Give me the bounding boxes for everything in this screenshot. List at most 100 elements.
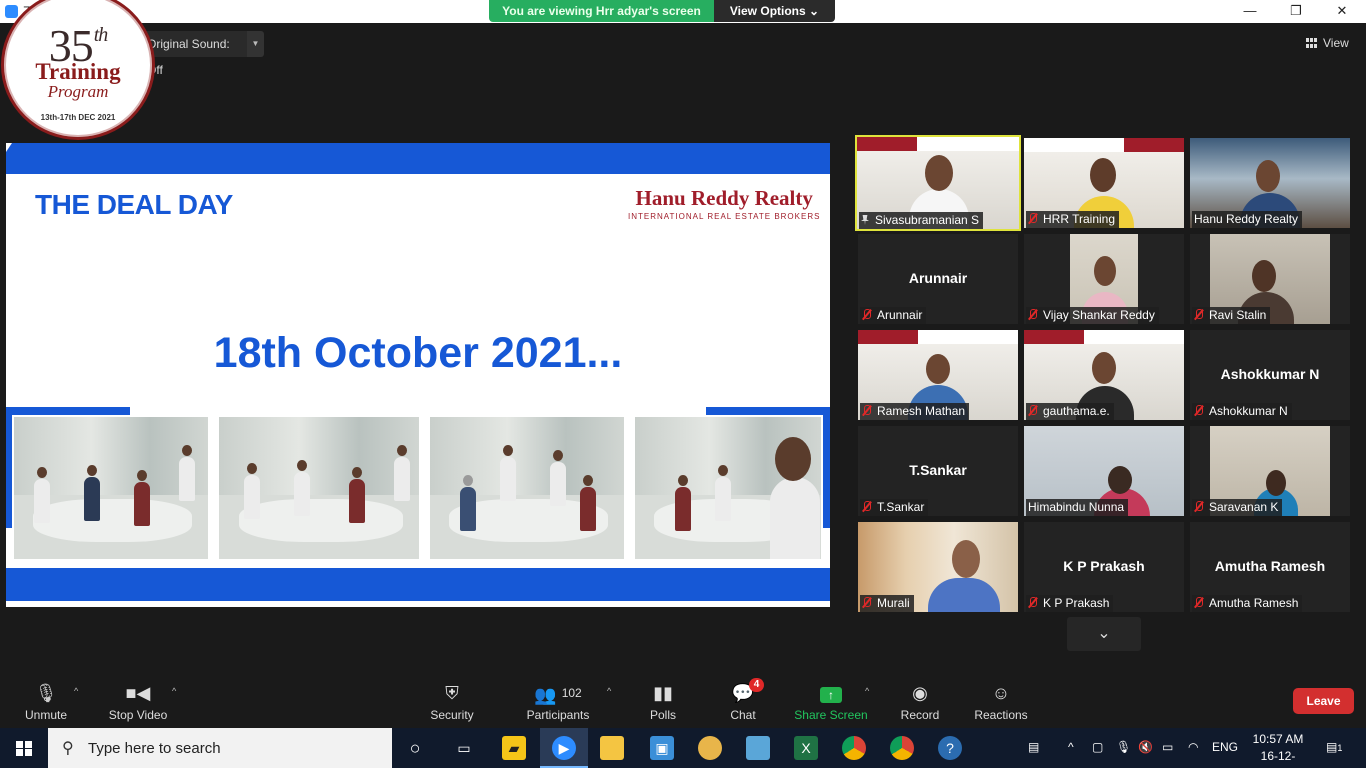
taskbar-clock[interactable]: 10:57 AM 16-12-2021	[1250, 731, 1306, 768]
volume-muted-icon[interactable]: 🔇	[1138, 740, 1153, 754]
sticky-notes-icon[interactable]: ▰	[502, 736, 526, 760]
training-program-logo: 35th Training Program 13th-17th DEC 2021	[1, 0, 155, 140]
notification-center-icon[interactable]: ▤1	[1326, 740, 1342, 754]
tray-expand-icon[interactable]: ^	[1068, 740, 1074, 754]
muted-mic-icon	[862, 405, 871, 416]
stop-video-label: Stop Video	[108, 708, 168, 722]
stop-video-button[interactable]: ■◀ Stop Video	[106, 678, 170, 724]
file-explorer-icon[interactable]	[600, 736, 624, 760]
participant-avatar-name: T.Sankar	[909, 462, 967, 478]
language-indicator[interactable]: ENG	[1212, 740, 1238, 754]
logo-number-suffix: th	[93, 24, 109, 46]
participant-label: Amutha Ramesh	[1192, 595, 1303, 612]
keyboard-icon[interactable]: ▤	[1028, 740, 1039, 754]
video-tile[interactable]: Hanu Reddy Realty	[1190, 138, 1350, 228]
meeting-photo-1	[12, 415, 210, 561]
notepad-icon[interactable]	[746, 736, 770, 760]
muted-mic-icon	[1028, 405, 1037, 416]
close-button[interactable]: ✕	[1319, 0, 1365, 23]
participant-avatar-name: K P Prakash	[1063, 558, 1145, 574]
video-tile[interactable]: Ramesh Mathan	[858, 330, 1018, 420]
polls-label: Polls	[649, 708, 676, 722]
record-button[interactable]: ◉ Record	[898, 678, 942, 724]
video-tile[interactable]: Amutha Ramesh Amutha Ramesh	[1190, 522, 1350, 612]
video-tile[interactable]: K P Prakash K P Prakash	[1024, 522, 1184, 612]
gallery-next-page-button[interactable]: ⌄	[1067, 617, 1141, 651]
participant-label: T.Sankar	[860, 499, 929, 516]
muted-mic-icon	[862, 309, 871, 320]
taskbar-search[interactable]: ⚲ Type here to search	[48, 728, 392, 768]
participant-avatar-name: Arunnair	[908, 270, 968, 286]
participant-label: Ravi Stalin	[1192, 307, 1271, 324]
share-options-caret[interactable]: ^	[865, 686, 869, 696]
participant-name: Ramesh Mathan	[877, 404, 966, 418]
help-icon[interactable]: ?	[938, 736, 962, 760]
polls-button[interactable]: ▮▮ Polls	[644, 678, 682, 724]
share-screen-button[interactable]: ↑ Share Screen	[794, 678, 868, 724]
pin-icon	[861, 215, 869, 225]
muted-mic-icon	[1194, 501, 1203, 512]
maximize-button[interactable]: ❐	[1273, 0, 1319, 23]
slide-bottom-bar	[6, 568, 830, 601]
video-tile[interactable]: Saravanan K	[1190, 426, 1350, 516]
participant-name: Vijay Shankar Reddy	[1043, 308, 1155, 322]
participant-label: Murali	[860, 595, 914, 612]
chat-label: Chat	[730, 708, 756, 722]
audio-options-caret[interactable]: ^	[74, 686, 78, 696]
paint-icon[interactable]	[698, 736, 722, 760]
unmute-label: Unmute	[24, 708, 68, 722]
muted-mic-icon	[1194, 597, 1203, 608]
excel-icon[interactable]: X	[794, 736, 818, 760]
chrome-icon[interactable]	[890, 736, 914, 760]
view-label: View	[1323, 36, 1349, 50]
grid-view-icon	[1306, 38, 1317, 48]
participant-name: Arunnair	[877, 308, 923, 322]
participant-name: HRR Training	[1043, 212, 1116, 226]
battery-icon[interactable]: ▭	[1162, 740, 1173, 754]
video-tile[interactable]: Ashokkumar N Ashokkumar N	[1190, 330, 1350, 420]
windows-taskbar: ⚲ Type here to search ○ ▭ ▰ ▶ ▣ X ? ▤ ^ …	[0, 728, 1366, 768]
notification-count: 1	[1337, 743, 1343, 753]
meeting-photo-4	[633, 415, 823, 561]
emoji-icon: ☺	[991, 683, 1011, 703]
video-tile[interactable]: Ravi Stalin	[1190, 234, 1350, 324]
security-label: Security	[430, 708, 474, 722]
video-tile[interactable]: Murali	[858, 522, 1018, 612]
start-button[interactable]	[0, 728, 48, 768]
muted-mic-icon	[1194, 405, 1203, 416]
task-view-icon[interactable]: ▭	[452, 736, 476, 760]
windows-logo-icon	[16, 741, 32, 756]
meet-now-icon[interactable]: ▢	[1092, 740, 1103, 754]
chat-button[interactable]: 💬 4 Chat	[726, 678, 764, 724]
slide-heading: THE DEAL DAY	[35, 189, 233, 220]
minimize-button[interactable]: —	[1227, 0, 1273, 23]
microphone-icon[interactable]: 🎙	[1116, 740, 1131, 754]
participants-options-caret[interactable]: ^	[607, 686, 611, 696]
video-tile[interactable]: T.Sankar T.Sankar	[858, 426, 1018, 516]
mouse-cursor-icon	[6, 143, 12, 152]
muted-mic-icon	[1028, 597, 1037, 608]
video-tile[interactable]: gauthama.e.	[1024, 330, 1184, 420]
cortana-icon[interactable]: ○	[403, 736, 427, 760]
unmute-button[interactable]: 🎙 Unmute	[20, 678, 72, 724]
leave-button[interactable]: Leave	[1293, 688, 1354, 714]
participants-button[interactable]: 👥 102 Participants	[524, 678, 592, 724]
remote-desktop-icon[interactable]: ▣	[650, 736, 674, 760]
video-tile[interactable]: Vijay Shankar Reddy	[1024, 234, 1184, 324]
video-options-caret[interactable]: ^	[172, 686, 176, 696]
reactions-button[interactable]: ☺ Reactions	[972, 678, 1030, 724]
participant-label: Himabindu Nunna	[1026, 499, 1129, 516]
chrome-icon[interactable]	[842, 736, 866, 760]
view-options-button[interactable]: View Options ⌄	[714, 0, 835, 22]
video-tile[interactable]: Himabindu Nunna	[1024, 426, 1184, 516]
original-sound-dropdown[interactable]: ▼	[247, 31, 264, 57]
video-tile[interactable]: HRR Training	[1024, 138, 1184, 228]
wifi-icon[interactable]: ◠	[1188, 740, 1198, 754]
video-tile[interactable]: Arunnair Arunnair	[858, 234, 1018, 324]
zoom-taskbar-icon[interactable]: ▶	[552, 736, 576, 760]
participant-label: Ashokkumar N	[1192, 403, 1292, 420]
security-button[interactable]: ⛨ Security	[428, 678, 476, 724]
video-tile[interactable]: Sivasubramanian S	[855, 135, 1021, 231]
view-button[interactable]: View	[1306, 34, 1362, 52]
participant-label: HRR Training	[1026, 211, 1120, 228]
